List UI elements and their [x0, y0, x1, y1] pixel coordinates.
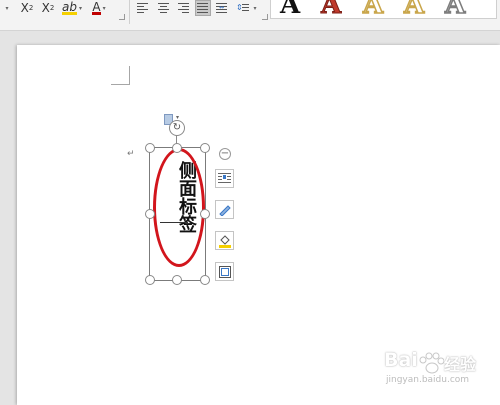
subscript-button[interactable]: X2: [39, 0, 57, 16]
ribbon: ▾ X2 X2 ab ▾ A ▾ ↔ ⇕ ▾ A A A A A: [0, 0, 500, 31]
resize-handle-top[interactable]: [172, 143, 182, 153]
wrap-text-icon: [218, 173, 231, 183]
align-right-button[interactable]: [177, 1, 191, 14]
resize-handle-top-left[interactable]: [145, 143, 155, 153]
watermark-suffix: 经验: [444, 355, 477, 374]
shape-effects-button[interactable]: [215, 262, 234, 281]
paw-icon: [419, 352, 444, 374]
distribute-button[interactable]: ↔: [215, 1, 229, 14]
baidu-watermark: Bai 经验 jingyan.baidu.com: [384, 349, 500, 393]
justify-button[interactable]: [195, 0, 211, 16]
text-highlight-button[interactable]: ab ▾: [59, 0, 85, 16]
resize-handle-top-right[interactable]: [200, 143, 210, 153]
text-effect-gold-outline-2[interactable]: A: [403, 0, 425, 18]
line-spacing-button[interactable]: ⇕: [236, 1, 250, 14]
subscript-base-label: X: [41, 1, 50, 15]
superscript-button[interactable]: X2: [18, 0, 36, 16]
font-dialog-launcher-icon[interactable]: [119, 14, 125, 20]
collapse-toolbar-button[interactable]: −: [219, 148, 231, 160]
pen-icon: [219, 205, 231, 216]
font-case-dropdown[interactable]: ▾: [0, 0, 12, 16]
subscript-mark-label: 2: [49, 4, 55, 12]
fill-bucket-icon: [218, 234, 231, 248]
superscript-mark-label: 2: [28, 4, 34, 12]
resize-handle-left[interactable]: [145, 209, 155, 219]
margin-corner-mark: [111, 66, 130, 85]
layout-options-button[interactable]: [215, 169, 234, 188]
superscript-base-label: X: [20, 1, 29, 15]
resize-handle-bottom-left[interactable]: [145, 275, 155, 285]
text-effect-gold-outline[interactable]: A: [362, 0, 384, 18]
paragraph-mark: ↵: [127, 149, 135, 159]
watermark-logo: Bai: [384, 349, 418, 371]
font-color-icon: A: [92, 0, 101, 15]
highlighter-icon: ab: [62, 0, 77, 15]
text-effect-black[interactable]: A: [280, 0, 300, 18]
highlight-ellipse: [153, 148, 205, 267]
watermark-url: jingyan.baidu.com: [386, 375, 470, 385]
shape-fill-button[interactable]: [215, 231, 234, 250]
text-effect-red[interactable]: A: [320, 0, 341, 18]
ribbon-separator: [129, 0, 130, 24]
resize-handle-right[interactable]: [200, 209, 210, 219]
paragraph-dialog-launcher-icon[interactable]: [262, 14, 268, 20]
rotate-handle-icon[interactable]: ↻: [169, 120, 185, 136]
shape-outline-button[interactable]: [215, 200, 234, 219]
line-spacing-dropdown[interactable]: ▾: [250, 0, 258, 16]
frame-icon: [218, 265, 231, 278]
align-center-button[interactable]: [157, 1, 171, 14]
distribute-arrows-icon: ↔: [219, 4, 225, 11]
text-effect-gray-outline[interactable]: A: [444, 0, 466, 18]
font-color-button[interactable]: A ▾: [88, 0, 110, 16]
resize-handle-bottom[interactable]: [172, 275, 182, 285]
align-left-button[interactable]: [136, 1, 150, 14]
text-effects-gallery: A A A A A: [270, 0, 497, 19]
resize-handle-bottom-right[interactable]: [200, 275, 210, 285]
